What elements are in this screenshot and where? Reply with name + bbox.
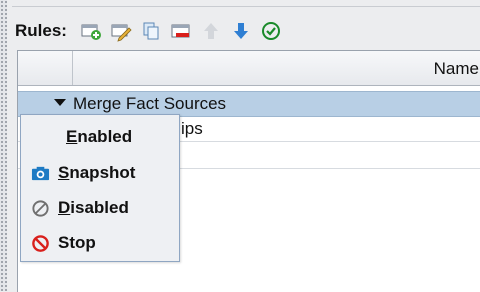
move-up-icon [203,23,218,39]
copy-rule-icon [143,22,159,40]
rules-toolbar: Rules: [12,14,480,48]
row-label: ips [181,119,203,138]
delete-rule-button[interactable] [169,19,193,43]
menu-item-label: Snapshot [58,163,136,182]
row-label: Merge Fact Sources [73,94,227,113]
move-up-button[interactable] [199,19,223,43]
edit-rule-button[interactable] [109,19,133,43]
toolbar-separator [12,6,480,7]
disabled-icon [30,198,50,218]
menu-item-label: Disabled [58,198,129,217]
menu-item-enabled[interactable]: Enabled [21,120,179,154]
table-header: Name [18,51,480,86]
column-divider[interactable] [72,51,73,85]
menu-item-label: Stop [58,233,96,252]
move-down-button[interactable] [229,19,253,43]
menu-item-snapshot[interactable]: Snapshot [21,156,179,190]
delete-rule-icon [171,24,190,38]
stop-icon [30,233,50,253]
rule-state-context-menu: Enabled Snapshot Disabled Stop [20,114,180,262]
copy-rule-button[interactable] [139,19,163,43]
validate-icon [261,22,280,40]
rules-label: Rules: [15,21,67,40]
add-rule-icon [81,24,101,40]
edit-rule-icon [111,24,132,42]
camera-icon [30,163,50,183]
validate-button[interactable] [259,19,283,43]
menu-item-stop[interactable]: Stop [21,226,179,260]
column-header-name[interactable]: Name [434,59,479,79]
collapse-triangle-icon[interactable] [54,99,66,106]
add-rule-button[interactable] [79,19,103,43]
menu-item-label: Enabled [66,127,133,146]
move-down-icon [233,23,248,39]
menu-item-disabled[interactable]: Disabled [21,191,179,225]
window-edge-grip [0,0,7,291]
